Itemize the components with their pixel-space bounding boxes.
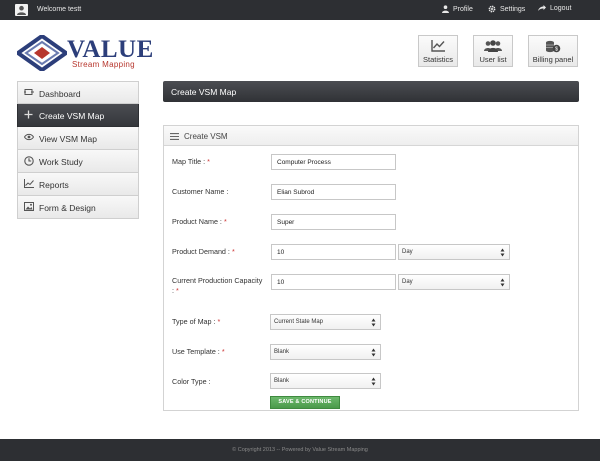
color-type-label: Color Type : xyxy=(172,377,211,386)
panel-header: Create VSM xyxy=(164,126,578,146)
welcome-text: Welcome testt xyxy=(37,6,82,13)
sidebar-item-label: Work Study xyxy=(39,157,83,167)
map-type-select[interactable]: Current State Map xyxy=(270,314,381,330)
product-name-input[interactable] xyxy=(271,214,396,230)
top-bar: Welcome testt Profile Settings Logout xyxy=(0,0,600,20)
product-demand-input[interactable] xyxy=(271,244,396,260)
product-demand-unit-select[interactable]: Day xyxy=(398,244,510,260)
svg-text:$: $ xyxy=(555,47,558,53)
required-marker: * xyxy=(217,317,221,326)
updown-arrow-icon xyxy=(500,248,505,257)
panel-title: Create VSM xyxy=(184,132,228,141)
logo-brand-text: VALUE xyxy=(67,36,154,63)
required-marker: * xyxy=(223,217,227,226)
select-value: Blank xyxy=(274,349,290,355)
sidebar-nav: Dashboard Create VSM Map View VSM Map Wo… xyxy=(17,81,139,219)
user-icon xyxy=(442,5,449,13)
logo-tagline: Stream Mapping xyxy=(72,60,135,69)
product-demand-label: Product Demand : * xyxy=(172,247,235,256)
select-value: Day xyxy=(402,249,413,255)
billing-panel-label: Billing panel xyxy=(532,55,574,64)
clock-icon xyxy=(24,156,34,166)
profile-link[interactable]: Profile xyxy=(442,5,473,13)
users-icon xyxy=(484,40,502,52)
sidebar-item-label: Dashboard xyxy=(39,89,81,99)
updown-arrow-icon xyxy=(371,318,376,327)
chart-icon xyxy=(24,179,34,188)
user-list-label: User list xyxy=(479,55,507,64)
sidebar-item-label: View VSM Map xyxy=(39,134,97,144)
capacity-input[interactable] xyxy=(271,274,396,290)
customer-name-label: Customer Name : xyxy=(172,187,229,196)
page-title: Create VSM Map xyxy=(171,87,237,97)
footer: © Copyright 2013 -- Powered by Value Str… xyxy=(0,439,600,461)
dashboard-icon xyxy=(24,89,34,95)
user-list-button[interactable]: User list xyxy=(473,35,513,67)
select-value: Current State Map xyxy=(274,319,324,325)
page-header-bar: Create VSM Map xyxy=(163,81,579,102)
line-chart-icon xyxy=(431,40,445,52)
sidebar-item-reports[interactable]: Reports xyxy=(17,173,139,196)
required-marker: * xyxy=(231,247,235,256)
app-logo[interactable]: VALUE Stream Mapping xyxy=(17,35,153,71)
required-marker: * xyxy=(221,347,225,356)
sidebar-item-label: Form & Design xyxy=(39,203,96,213)
sidebar-item-work-study[interactable]: Work Study xyxy=(17,150,139,173)
settings-link[interactable]: Settings xyxy=(488,5,525,13)
plus-icon xyxy=(24,110,33,119)
use-template-label: Use Template : * xyxy=(172,347,225,356)
copyright-text: © Copyright 2013 -- Powered by Value Str… xyxy=(232,447,368,453)
map-type-label: Type of Map : * xyxy=(172,317,221,326)
sidebar-item-label: Reports xyxy=(39,180,69,190)
map-title-input[interactable] xyxy=(271,154,396,170)
save-continue-button[interactable]: SAVE & CONTINUE xyxy=(270,396,340,409)
profile-label: Profile xyxy=(453,5,473,13)
customer-name-input[interactable] xyxy=(271,184,396,200)
sidebar-item-view-vsm-map[interactable]: View VSM Map xyxy=(17,127,139,150)
select-value: Day xyxy=(402,279,413,285)
list-icon xyxy=(170,133,179,140)
capacity-unit-select[interactable]: Day xyxy=(398,274,510,290)
updown-arrow-icon xyxy=(371,377,376,386)
gear-icon xyxy=(488,5,496,13)
billing-panel-button[interactable]: $ Billing panel xyxy=(528,35,578,67)
capacity-label: Current Production Capacity : * xyxy=(172,276,263,295)
logo-diamond-icon xyxy=(17,35,67,71)
picture-icon xyxy=(24,202,34,211)
sidebar-item-label: Create VSM Map xyxy=(39,111,105,121)
use-template-select[interactable]: Blank xyxy=(270,344,381,360)
logout-link[interactable]: Logout xyxy=(538,5,571,12)
logout-arrow-icon xyxy=(538,5,546,11)
user-avatar-icon xyxy=(15,4,28,16)
required-marker: * xyxy=(176,286,179,295)
logout-label: Logout xyxy=(550,5,572,12)
color-type-select[interactable]: Blank xyxy=(270,373,381,389)
required-marker: * xyxy=(207,157,210,166)
product-name-label: Product Name : * xyxy=(172,217,227,226)
sidebar-item-dashboard[interactable]: Dashboard xyxy=(17,81,139,104)
updown-arrow-icon xyxy=(500,278,505,287)
select-value: Blank xyxy=(274,378,290,384)
sidebar-item-form-design[interactable]: Form & Design xyxy=(17,196,139,219)
eye-icon xyxy=(24,133,34,141)
settings-label: Settings xyxy=(500,5,526,13)
coins-icon: $ xyxy=(546,40,561,53)
sidebar-item-create-vsm-map[interactable]: Create VSM Map xyxy=(17,104,139,127)
map-title-label: Map Title : * xyxy=(172,157,210,166)
statistics-label: Statistics xyxy=(422,55,453,64)
statistics-button[interactable]: Statistics xyxy=(418,35,458,67)
updown-arrow-icon xyxy=(371,348,376,357)
